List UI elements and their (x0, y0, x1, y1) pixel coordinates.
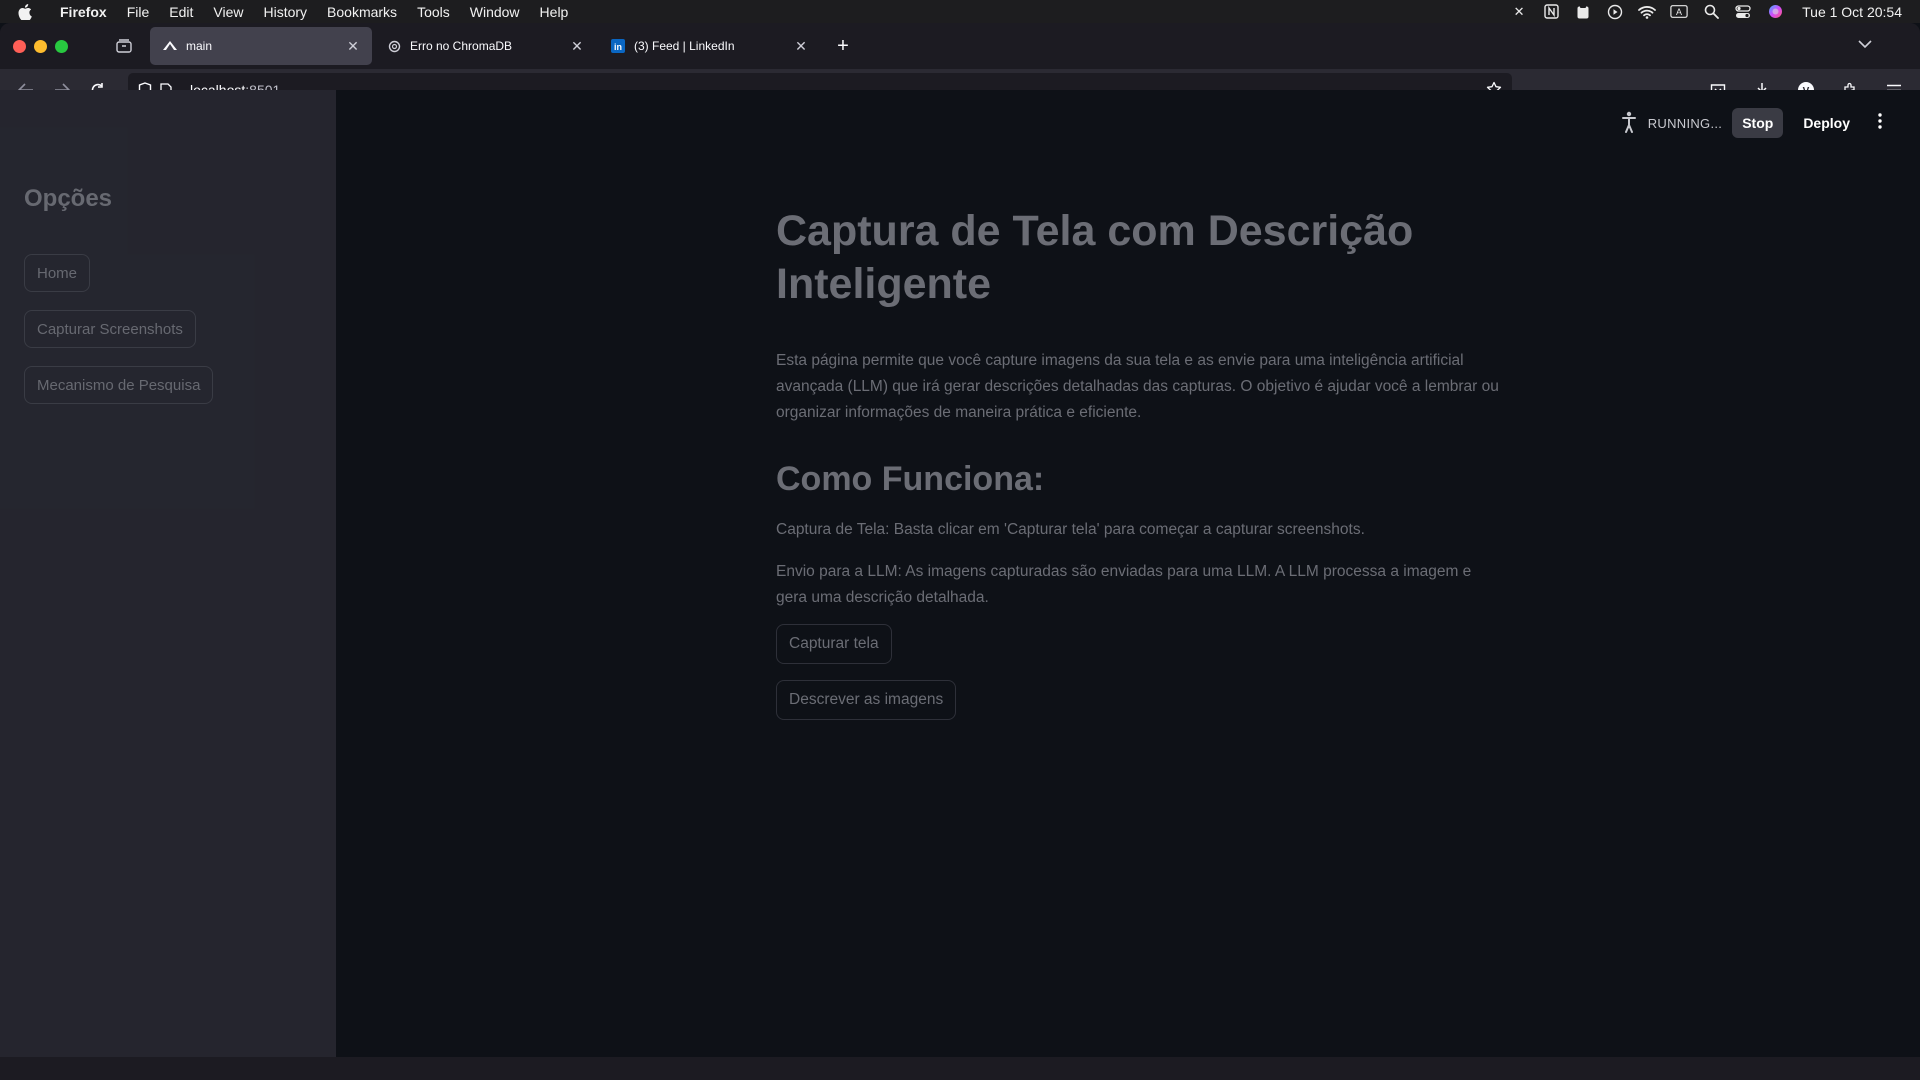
menu-app-firefox[interactable]: Firefox (50, 4, 117, 20)
streamlit-app: Opções Home Capturar Screenshots Mecanis… (0, 90, 1920, 1057)
spotlight-search-icon[interactable] (1702, 4, 1720, 20)
control-center-icon[interactable] (1734, 4, 1752, 20)
x-app-icon[interactable]: ✕ (1510, 4, 1528, 20)
new-tab-button[interactable]: + (828, 31, 858, 61)
running-status-text: RUNNING... (1647, 115, 1723, 131)
menu-bookmarks[interactable]: Bookmarks (317, 4, 407, 20)
siri-icon[interactable] (1766, 4, 1784, 20)
svg-text:A: A (1676, 7, 1682, 17)
tab-title: (3) Feed | LinkedIn (634, 39, 735, 53)
window-controls (0, 39, 110, 53)
openai-favicon-icon (386, 38, 402, 54)
step-capture-paragraph: Captura de Tela: Basta clicar em 'Captur… (776, 521, 1365, 538)
menu-edit[interactable]: Edit (159, 4, 203, 20)
sidebar-home-button[interactable]: Home (24, 254, 91, 292)
running-status: RUNNING... (1620, 111, 1723, 136)
zoom-window-button[interactable] (55, 39, 68, 53)
minimize-window-button[interactable] (34, 39, 47, 53)
apple-menu-icon[interactable] (0, 3, 50, 20)
linkedin-favicon-icon: in (610, 38, 626, 54)
running-man-icon (1620, 111, 1638, 136)
intro-paragraph: Esta página permite que você capture ima… (776, 352, 1499, 421)
streamlit-favicon-icon (162, 38, 178, 54)
keyboard-input-icon[interactable]: A (1670, 4, 1688, 20)
list-all-tabs-icon[interactable] (1858, 36, 1872, 54)
step-llm-paragraph: Envio para a LLM: As imagens capturadas … (776, 563, 1472, 606)
menu-help[interactable]: Help (530, 4, 579, 20)
menu-window[interactable]: Window (460, 4, 530, 20)
svg-text:in: in (614, 42, 622, 52)
sidebar-capturar-screenshots-button[interactable]: Capturar Screenshots (24, 310, 196, 348)
tab-strip: main ✕ Erro no ChromaDB ✕ in (3) Feed | … (0, 23, 1920, 69)
close-tab-icon[interactable]: ✕ (792, 38, 810, 55)
sidebar-mecanismo-de-pesquisa-button[interactable]: Mecanismo de Pesquisa (24, 366, 214, 404)
close-tab-icon[interactable]: ✕ (568, 38, 586, 55)
tab-main[interactable]: main ✕ (150, 27, 372, 65)
menu-history[interactable]: History (253, 4, 317, 20)
menu-bar-clock[interactable]: Tue 1 Oct 20:54 (1802, 4, 1902, 20)
main-menu-kebab-icon[interactable] (1870, 112, 1890, 134)
close-tab-icon[interactable]: ✕ (344, 38, 362, 55)
app-toolbar: RUNNING... Stop Deploy (1620, 108, 1890, 138)
menu-view[interactable]: View (203, 4, 253, 20)
deploy-button[interactable]: Deploy (1793, 108, 1860, 138)
page-title: Captura de Tela com Descrição Inteligent… (776, 207, 1414, 308)
main-content-area: RUNNING... Stop Deploy Captura de Tela c… (336, 90, 1920, 1057)
close-window-button[interactable] (13, 39, 26, 53)
wifi-icon[interactable] (1638, 4, 1657, 20)
capturar-tela-button[interactable]: Capturar tela (776, 624, 892, 664)
descrever-imagens-button[interactable]: Descrever as imagens (776, 680, 957, 720)
notion-icon[interactable] (1542, 4, 1560, 20)
play-circle-icon[interactable] (1606, 4, 1624, 20)
macos-menu-bar: Firefox File Edit View History Bookmarks… (0, 0, 1920, 23)
tab-title: Erro no ChromaDB (410, 39, 513, 53)
tab-linkedin[interactable]: in (3) Feed | LinkedIn ✕ (598, 27, 820, 65)
menu-tools[interactable]: Tools (407, 4, 460, 20)
firefox-view-icon[interactable] (110, 32, 138, 60)
tab-erro-chromadb[interactable]: Erro no ChromaDB ✕ (374, 27, 596, 65)
sidebar-heading: Opções (24, 185, 113, 212)
tab-title: main (186, 39, 213, 53)
stop-button[interactable]: Stop (1732, 108, 1784, 138)
section-heading: Como Funciona: (776, 460, 1045, 498)
sidebar: Opções Home Capturar Screenshots Mecanis… (0, 90, 336, 1057)
clipboard-app-icon[interactable] (1574, 4, 1592, 20)
menu-file[interactable]: File (117, 4, 160, 20)
